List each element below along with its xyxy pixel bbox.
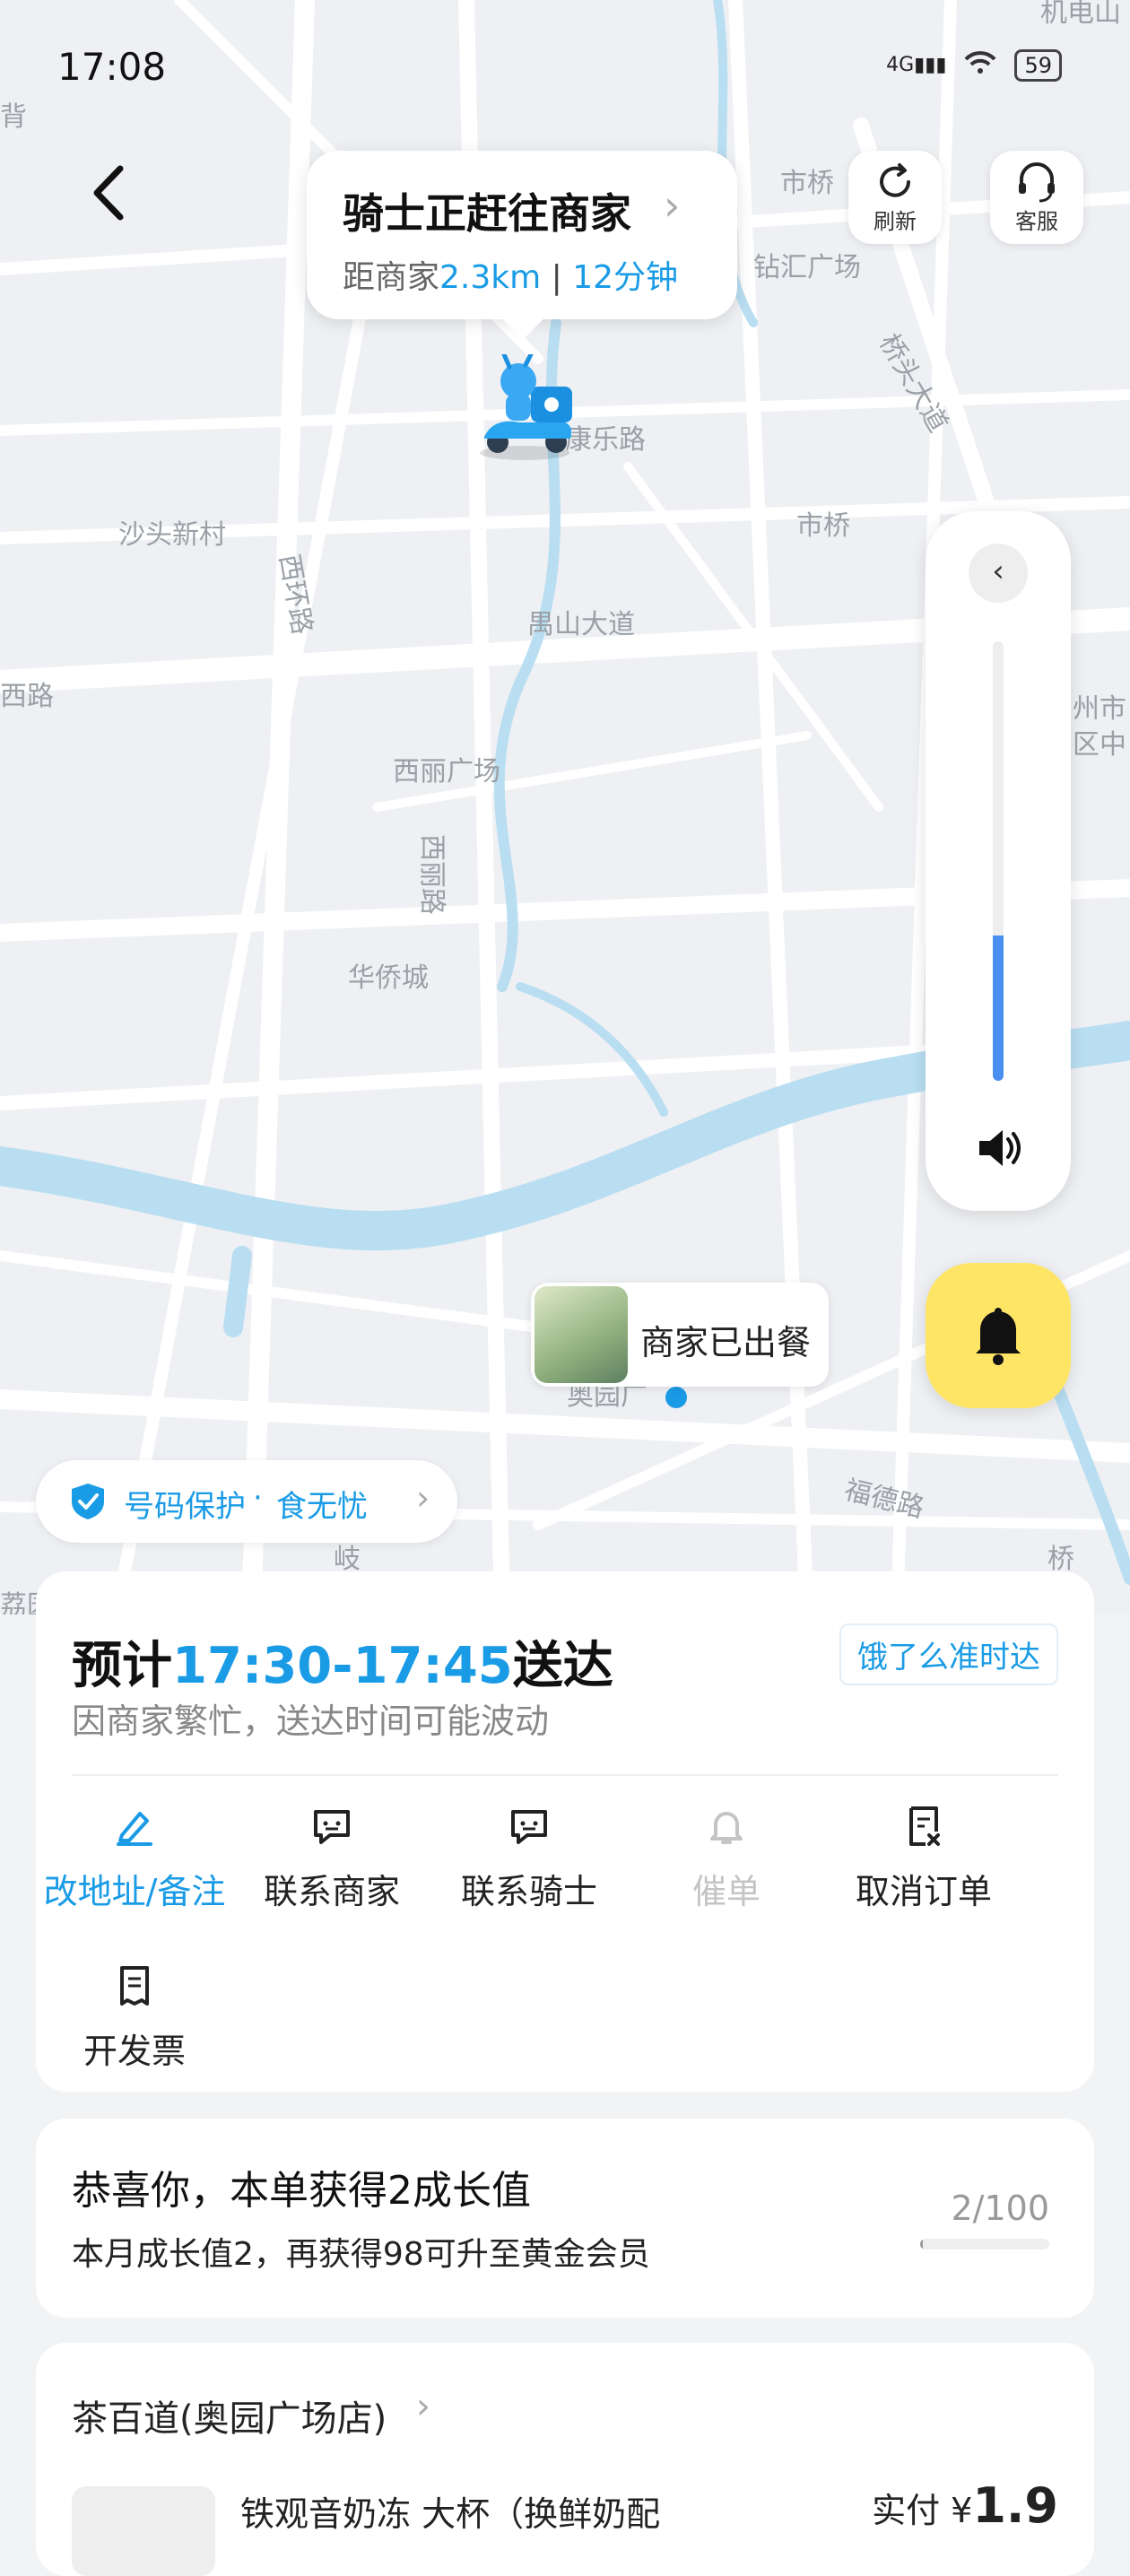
growth-title: 恭喜你，本单获得2成长值 [72,2168,531,2214]
headset-icon [1019,162,1055,203]
shop-name[interactable]: 茶百道(奥园广场店) [72,2389,387,2441]
map-label: 市桥 [780,168,834,199]
collapse-volume-button[interactable]: ‹ [969,544,1028,603]
action-label: 取消订单 [855,1872,992,1911]
eta-heading: 预计17:30-17:45送达 [72,1637,613,1695]
contact-merchant-button[interactable]: 联系商家 [233,1805,430,1913]
invoice-icon [120,1966,149,2006]
on-time-badge[interactable]: 饿了么准时达 [839,1623,1058,1685]
battery-icon: 59 [1014,48,1062,82]
rider-scooter-icon [480,352,572,460]
refresh-icon [880,163,910,197]
customer-service-label: 客服 [1015,209,1058,234]
paid-amount: 实付 ¥1.9 [872,2477,1058,2534]
eta-note: 因商家繁忙，送达时间可能波动 [72,1701,550,1741]
merchant-status-text: 商家已出餐 [640,1323,812,1362]
map-label: 州市 [1073,693,1126,725]
volume-panel: ‹ [926,511,1071,1211]
separator-dot: · [253,1480,263,1516]
eta-window: 17:30-17:45 [172,1637,513,1695]
chevron-left-icon [93,165,124,221]
map-label: 钻汇广场 [753,252,861,283]
chat-icon [511,1810,547,1844]
shop-card: 茶百道(奥园广场店) › 铁观音奶冻 大杯（换鲜奶配 实付 ¥1.9 [36,2343,1094,2576]
rider-marker[interactable] [466,352,583,462]
rider-status-card[interactable]: 骑士正赶往商家 › 距商家2.3km | 12分钟 [307,151,737,340]
action-label: 改地址/备注 [43,1872,226,1911]
merchant-thumbnail [535,1286,628,1383]
map-label: 桥 [1047,1544,1074,1575]
product-thumbnail [72,2486,215,2576]
wifi-icon [962,48,998,82]
growth-card[interactable]: 恭喜你，本单获得2成长值 本月成长值2，再获得98可升至黄金会员 2/100 [36,2119,1094,2318]
edit-address-button[interactable]: 改地址/备注 [36,1805,233,1913]
number-protection-label: 号码保护 [124,1489,246,1525]
growth-progress-bar [920,2239,1049,2250]
map-label: 西丽路 [416,834,448,915]
action-label: 联系骑士 [460,1872,597,1911]
rider-status-title: 骑士正赶往商家 [343,189,631,238]
map-label: 西丽广场 [393,756,500,788]
divider [72,1774,1058,1776]
growth-progress-text: 2/100 [951,2189,1049,2228]
cancel-order-button[interactable]: 取消订单 [825,1805,1022,1913]
back-button[interactable] [83,161,136,224]
customer-service-button[interactable]: 客服 [990,151,1083,244]
volume-level [993,936,1004,1081]
map-label: 沙头新村 [118,519,226,551]
bell-icon [976,1308,1021,1365]
signal-icon: 4G▮▮▮ [886,54,947,76]
growth-desc: 本月成长值2，再获得98可升至黄金会员 [72,2236,650,2273]
action-label: 联系商家 [263,1872,400,1911]
merchant-status-bubble[interactable]: 商家已出餐 [531,1283,829,1387]
reminder-bell-button[interactable] [926,1263,1071,1408]
chevron-right-icon: › [416,1478,430,1518]
food-safety-label: 食无忧 [276,1489,368,1525]
distance-value: 2.3km [439,259,542,296]
speaker-icon[interactable] [972,1121,1026,1175]
protection-pill[interactable]: 号码保护 · 食无忧 › [36,1460,457,1543]
distance-line: 距商家2.3km | 12分钟 [343,259,679,296]
system-icons: 4G▮▮▮ 59 [886,48,1062,82]
eta-minutes: 12分钟 [572,259,679,296]
chevron-right-icon: › [664,181,681,230]
refresh-label: 刷新 [874,209,917,234]
map-label: 岐 [334,1544,361,1575]
map-label: 华侨城 [348,962,429,994]
chat-icon [314,1810,350,1844]
map-label: 禺山大道 [527,609,635,640]
urge-order-button[interactable]: 催单 [628,1805,825,1913]
chevron-right-icon: › [416,2386,430,2427]
map-label: 市桥 [796,510,850,542]
status-bar: 17:08 4G▮▮▮ 59 [0,0,1130,135]
contact-rider-button[interactable]: 联系骑士 [430,1805,628,1913]
map-label: 西路 [0,681,54,712]
delivery-card: 预计17:30-17:45送达 因商家繁忙，送达时间可能波动 饿了么准时达 改地… [36,1571,1094,2092]
action-label: 催单 [691,1872,761,1911]
shop-location-marker [665,1387,687,1408]
refresh-button[interactable]: 刷新 [848,151,942,244]
shield-check-icon [72,1484,104,1519]
volume-slider[interactable] [993,641,1004,1081]
map-label: 区中 [1073,729,1126,761]
status-time: 17:08 [57,45,167,89]
invoice-button[interactable]: 开发票 [36,1964,233,2073]
action-label: 开发票 [83,2032,186,2071]
cancel-order-icon [909,1806,940,1846]
bell-icon [710,1812,743,1844]
edit-icon [117,1812,152,1846]
